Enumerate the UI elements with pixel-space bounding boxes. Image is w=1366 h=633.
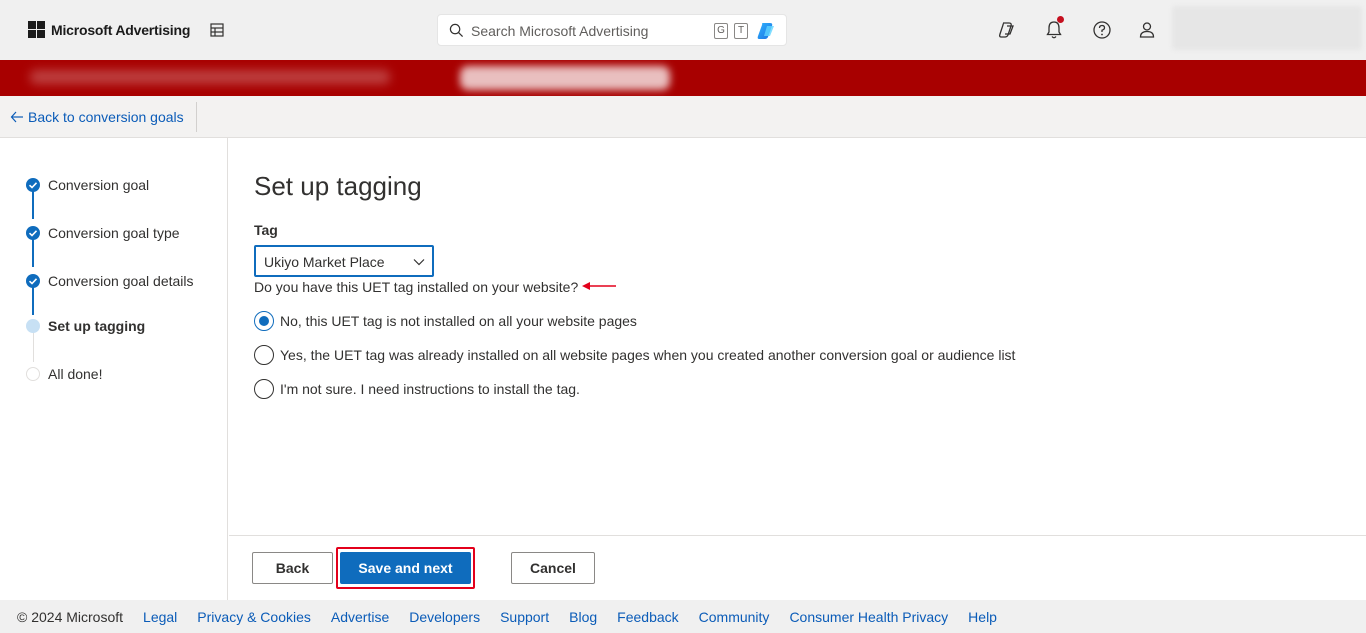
page-title: Set up tagging xyxy=(254,171,422,201)
divider xyxy=(196,102,197,132)
radio-label: I'm not sure. I need instructions to ins… xyxy=(280,381,580,397)
account-switcher[interactable] xyxy=(1172,6,1362,50)
progress-stepper: Conversion goal Conversion goal type Con… xyxy=(0,138,228,600)
copyright: © 2024 Microsoft xyxy=(17,608,124,625)
footer-link-developers[interactable]: Developers xyxy=(409,609,480,625)
step-label: Conversion goal type xyxy=(48,225,180,241)
pending-step-indicator xyxy=(26,367,40,381)
copilot-icon[interactable] xyxy=(755,20,777,42)
search-input[interactable] xyxy=(471,22,706,40)
copilot-app-icon[interactable] xyxy=(995,19,1017,41)
step-connector xyxy=(32,239,34,267)
back-link-label: Back to conversion goals xyxy=(28,109,184,125)
microsoft-logo-icon xyxy=(28,21,45,38)
footer-link-legal[interactable]: Legal xyxy=(143,609,177,625)
footer-link-support[interactable]: Support xyxy=(500,609,549,625)
checkmark-icon xyxy=(26,226,40,240)
back-bar: Back to conversion goals xyxy=(0,96,1366,138)
step-label: Conversion goal xyxy=(48,177,150,193)
footer-link-community[interactable]: Community xyxy=(699,609,770,625)
footer-link-feedback[interactable]: Feedback xyxy=(617,609,678,625)
chevron-down-icon xyxy=(413,259,425,266)
redacted-text xyxy=(30,70,390,84)
back-to-conversion-goals-link[interactable]: Back to conversion goals xyxy=(10,109,184,125)
shortcut-key-t: T xyxy=(734,23,748,39)
divider xyxy=(229,535,1366,536)
radio-button[interactable] xyxy=(254,311,274,331)
radio-label: No, this UET tag is not installed on all… xyxy=(280,313,637,329)
radio-option-not-sure[interactable]: I'm not sure. I need instructions to ins… xyxy=(254,379,580,399)
annotation-arrow-icon xyxy=(582,282,616,290)
footer-link-help[interactable]: Help xyxy=(968,609,997,625)
footer-link-advertise[interactable]: Advertise xyxy=(331,609,389,625)
uet-question: Do you have this UET tag installed on yo… xyxy=(254,279,579,295)
microsoft-advertising-logo[interactable]: Microsoft Advertising xyxy=(28,21,190,38)
checkmark-icon xyxy=(26,178,40,192)
tag-label: Tag xyxy=(254,222,278,238)
current-step-indicator xyxy=(26,319,40,333)
step-label: Set up tagging xyxy=(48,318,146,334)
shortcut-key-g: G xyxy=(714,23,728,39)
redacted-text xyxy=(460,66,670,90)
cancel-button[interactable]: Cancel xyxy=(511,552,595,584)
radio-option-already-installed[interactable]: Yes, the UET tag was already installed o… xyxy=(254,345,1015,365)
tag-dropdown-value: Ukiyo Market Place xyxy=(264,254,385,270)
tag-dropdown[interactable]: Ukiyo Market Place xyxy=(254,245,434,277)
step-label: All done! xyxy=(48,366,103,382)
radio-label: Yes, the UET tag was already installed o… xyxy=(280,347,1016,363)
help-icon[interactable] xyxy=(1091,19,1113,41)
footer-link-blog[interactable]: Blog xyxy=(569,609,597,625)
footer-link-consumer-health-privacy[interactable]: Consumer Health Privacy xyxy=(789,609,948,625)
back-button[interactable]: Back xyxy=(252,552,333,584)
table-icon[interactable] xyxy=(209,22,225,38)
radio-button[interactable] xyxy=(254,345,274,365)
step-all-done: All done! xyxy=(26,366,102,382)
notifications-button[interactable] xyxy=(1043,16,1065,41)
save-and-next-button[interactable]: Save and next xyxy=(340,552,471,584)
notification-badge xyxy=(1057,16,1064,23)
step-label: Conversion goal details xyxy=(48,273,194,289)
step-connector xyxy=(33,332,34,362)
radio-button[interactable] xyxy=(254,379,274,399)
step-conversion-goal-type: Conversion goal type xyxy=(26,225,180,241)
checkmark-icon xyxy=(26,274,40,288)
notification-banner xyxy=(0,60,1366,96)
step-conversion-goal: Conversion goal xyxy=(26,177,149,193)
step-connector xyxy=(32,191,34,219)
arrow-left-icon xyxy=(10,111,23,123)
person-icon[interactable] xyxy=(1136,19,1158,41)
top-bar: Microsoft Advertising G T xyxy=(0,0,1366,60)
search-box[interactable]: G T xyxy=(437,14,787,46)
step-set-up-tagging: Set up tagging xyxy=(26,318,145,334)
app-name: Microsoft Advertising xyxy=(51,21,191,38)
footer-link-privacy[interactable]: Privacy & Cookies xyxy=(197,609,311,625)
search-icon xyxy=(449,23,464,38)
step-conversion-goal-details: Conversion goal details xyxy=(26,273,194,289)
radio-option-not-installed[interactable]: No, this UET tag is not installed on all… xyxy=(254,311,637,331)
step-connector xyxy=(32,287,34,315)
site-footer: © 2024 Microsoft Legal Privacy & Cookies… xyxy=(0,600,1366,633)
